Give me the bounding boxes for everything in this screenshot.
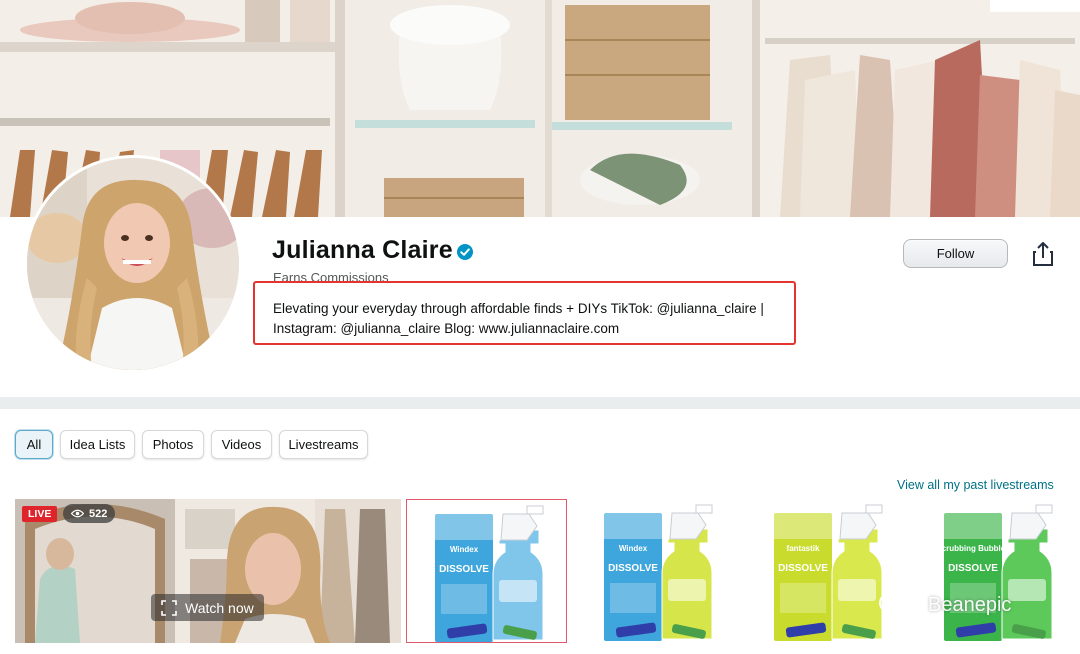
product-brand: Scrubbing Bubbles	[936, 544, 1010, 553]
product-brand: Windex	[619, 544, 648, 553]
tab-all[interactable]: All	[15, 430, 53, 459]
product-brand: fantastik	[787, 544, 820, 553]
tab-idea-lists[interactable]: Idea Lists	[60, 430, 135, 459]
profile-bio: Elevating your everyday through affordab…	[273, 301, 764, 336]
watch-now-label: Watch now	[185, 599, 254, 616]
product-name: DISSOLVE	[439, 564, 489, 575]
watermark-text: Beanepic	[928, 593, 1012, 616]
tab-photos[interactable]: Photos	[142, 430, 204, 459]
viewer-count: 522	[63, 504, 116, 523]
tab-livestreams[interactable]: Livestreams	[279, 430, 368, 459]
profile-name: Julianna Claire	[272, 236, 453, 264]
eye-icon	[71, 509, 84, 518]
view-all-livestreams-link[interactable]: View all my past livestreams	[897, 478, 1054, 492]
product-image: Windex DISSOLVE	[435, 505, 544, 642]
follow-button[interactable]: Follow	[903, 239, 1008, 268]
verified-badge-icon	[457, 244, 473, 260]
product-brand: Windex	[450, 545, 479, 554]
share-icon[interactable]	[1031, 241, 1055, 267]
product-card[interactable]: Windex DISSOLVE	[576, 499, 737, 643]
watermark: Beanepic	[878, 591, 1011, 619]
product-name: DISSOLVE	[608, 563, 658, 574]
product-card[interactable]: Windex DISSOLVE	[406, 499, 567, 643]
product-image: fantastik DISSOLVE	[774, 504, 883, 641]
expand-icon	[161, 599, 177, 616]
wechat-icon	[879, 591, 921, 619]
product-name: DISSOLVE	[778, 563, 828, 574]
product-card[interactable]: fantastik DISSOLVE	[746, 499, 907, 643]
avatar[interactable]	[24, 155, 242, 373]
product-name: DISSOLVE	[948, 563, 998, 574]
product-card[interactable]: Scrubbing Bubbles DISSOLVE	[916, 499, 1077, 643]
product-image: Scrubbing Bubbles DISSOLVE	[936, 504, 1053, 641]
product-image: Windex DISSOLVE	[604, 504, 713, 641]
viewer-count-value: 522	[89, 507, 108, 520]
live-badge: LIVE	[22, 506, 58, 522]
watch-now-button[interactable]: Watch now	[151, 594, 264, 621]
tab-videos[interactable]: Videos	[211, 430, 272, 459]
